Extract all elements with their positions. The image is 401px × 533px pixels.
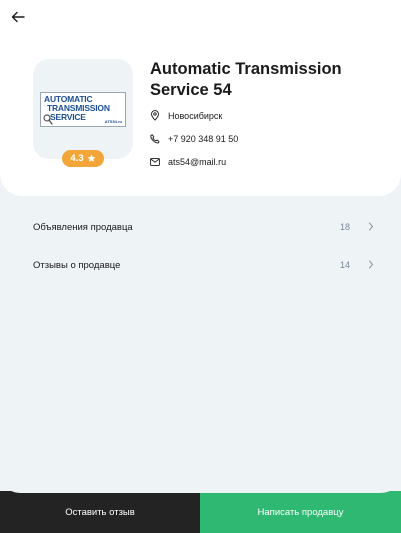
- rating-badge: 4.3: [62, 150, 104, 167]
- chevron-right-icon: [369, 222, 374, 231]
- menu-item-seller-reviews[interactable]: Отзывы о продавце 14: [33, 255, 378, 275]
- menu-item-count: 18: [339, 222, 350, 232]
- logo-site-text: ATS54.ru: [104, 118, 122, 124]
- seller-email-row[interactable]: ats54@mail.ru: [150, 157, 226, 167]
- seller-logo-card: AUTOMATIC TRANSMISSION SERVICE ATS54.ru: [33, 59, 133, 159]
- location-pin-icon: [151, 110, 159, 121]
- seller-phone-row[interactable]: +7 920 348 91 50: [150, 134, 238, 144]
- menu-item-count: 14: [339, 260, 350, 270]
- write-seller-button[interactable]: Написать продавцу: [200, 491, 401, 533]
- star-icon: [87, 154, 95, 162]
- content-panel-bottom: [0, 471, 401, 493]
- rating-value: 4.3: [70, 153, 84, 164]
- leave-review-button[interactable]: Оставить отзыв: [0, 491, 200, 533]
- seller-profile-screen: AUTOMATIC TRANSMISSION SERVICE ATS54.ru …: [0, 0, 401, 533]
- menu-item-seller-ads[interactable]: Объявления продавца 18: [33, 217, 378, 237]
- seller-email[interactable]: ats54@mail.ru: [168, 157, 226, 167]
- seller-city-row: Новосибирск: [150, 110, 222, 121]
- chevron-right-icon: [369, 260, 374, 269]
- seller-city: Новосибирск: [168, 110, 223, 121]
- seller-logo: AUTOMATIC TRANSMISSION SERVICE ATS54.ru: [40, 91, 126, 127]
- arrow-left-icon: [11, 11, 25, 23]
- phone-icon: [150, 134, 160, 144]
- seller-header-card: AUTOMATIC TRANSMISSION SERVICE ATS54.ru …: [0, 0, 401, 196]
- menu-item-label: Отзывы о продавце: [33, 259, 121, 271]
- bottom-action-bar: Оставить отзыв Написать продавцу: [0, 491, 401, 533]
- menu-item-label: Объявления продавца: [33, 221, 133, 233]
- seller-phone[interactable]: +7 920 348 91 50: [168, 134, 238, 144]
- logo-text-line-3: SERVICE: [50, 111, 86, 122]
- mail-icon: [150, 158, 160, 166]
- back-button[interactable]: [8, 7, 28, 27]
- seller-name: Automatic Transmission Service 54: [150, 60, 342, 99]
